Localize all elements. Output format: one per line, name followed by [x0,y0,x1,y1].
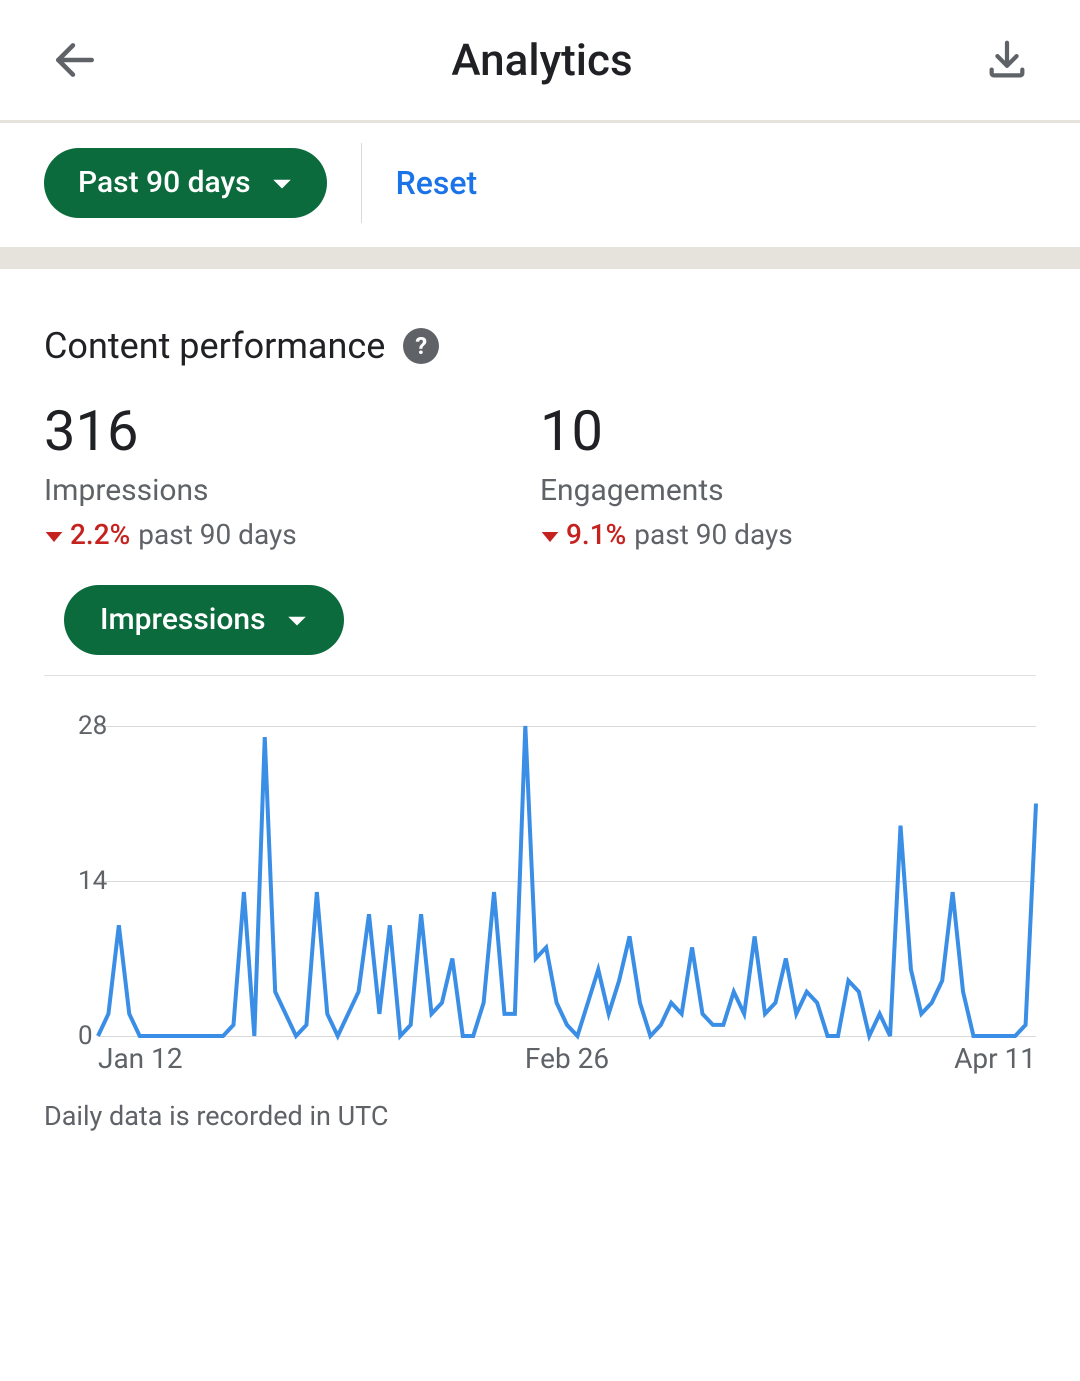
chart-y-tick-label: 0 [78,1021,88,1051]
arrow-left-icon [50,35,100,85]
metric-delta: 9.1% [540,518,626,551]
section-title-text: Content performance [44,325,385,367]
chart-y-tick-label: 14 [78,866,88,896]
caret-down-icon [44,518,64,551]
chart-x-tick-label: Feb 26 [525,1042,609,1075]
date-range-label: Past 90 days [78,168,251,198]
download-icon [984,37,1030,83]
metric-period: past 90 days [634,518,792,551]
help-icon[interactable]: ? [403,328,439,364]
chart-x-tick-label: Jan 12 [98,1042,183,1075]
metric-value: 10 [540,403,1036,459]
caret-down-icon [286,605,308,635]
metric-delta-value: 2.2% [70,518,130,551]
page-title: Analytics [451,34,632,86]
metric-delta: 2.2% [44,518,130,551]
caret-down-icon [540,518,560,551]
section-title-row: Content performance ? [44,325,1036,367]
metrics-row: 316 Impressions 2.2% past 90 days 10 Eng… [44,403,1036,551]
chart-x-tick-label: Apr 11 [954,1042,1036,1075]
chart-y-tick-label: 28 [78,711,88,741]
chart-gridline [98,1036,1036,1037]
app-root: Analytics Past 90 days Reset Content per… [0,0,1080,1172]
chart-metric-selector[interactable]: Impressions [64,585,344,655]
chart-container: 0 14 28 Jan 12 Feb 26 Apr 11 [0,676,1080,1076]
chart-footnote: Daily data is recorded in UTC [0,1076,1080,1172]
caret-down-icon [271,168,293,198]
chart-metric-label: Impressions [100,605,266,635]
reset-link[interactable]: Reset [396,164,478,202]
line-chart[interactable]: 01428 Jan 12Feb 26Apr 11 [44,716,1036,1076]
metric-period: past 90 days [138,518,296,551]
chart-line [98,726,1036,1036]
back-button[interactable] [50,35,100,85]
top-bar: Analytics [0,0,1080,123]
metric-delta-row: 9.1% past 90 days [540,518,1036,551]
content-performance-section: Content performance ? 316 Impressions 2.… [0,269,1080,676]
metric-impressions[interactable]: 316 Impressions 2.2% past 90 days [44,403,540,551]
metric-label: Impressions [44,473,540,508]
metric-selector-row: Impressions [44,585,1036,676]
filter-bar: Past 90 days Reset [0,123,1080,269]
download-button[interactable] [984,37,1030,83]
date-range-selector[interactable]: Past 90 days [44,148,327,218]
metric-delta-value: 9.1% [566,518,626,551]
vertical-divider [361,143,362,223]
metric-delta-row: 2.2% past 90 days [44,518,540,551]
metric-label: Engagements [540,473,1036,508]
metric-engagements[interactable]: 10 Engagements 9.1% past 90 days [540,403,1036,551]
metric-value: 316 [44,403,540,459]
